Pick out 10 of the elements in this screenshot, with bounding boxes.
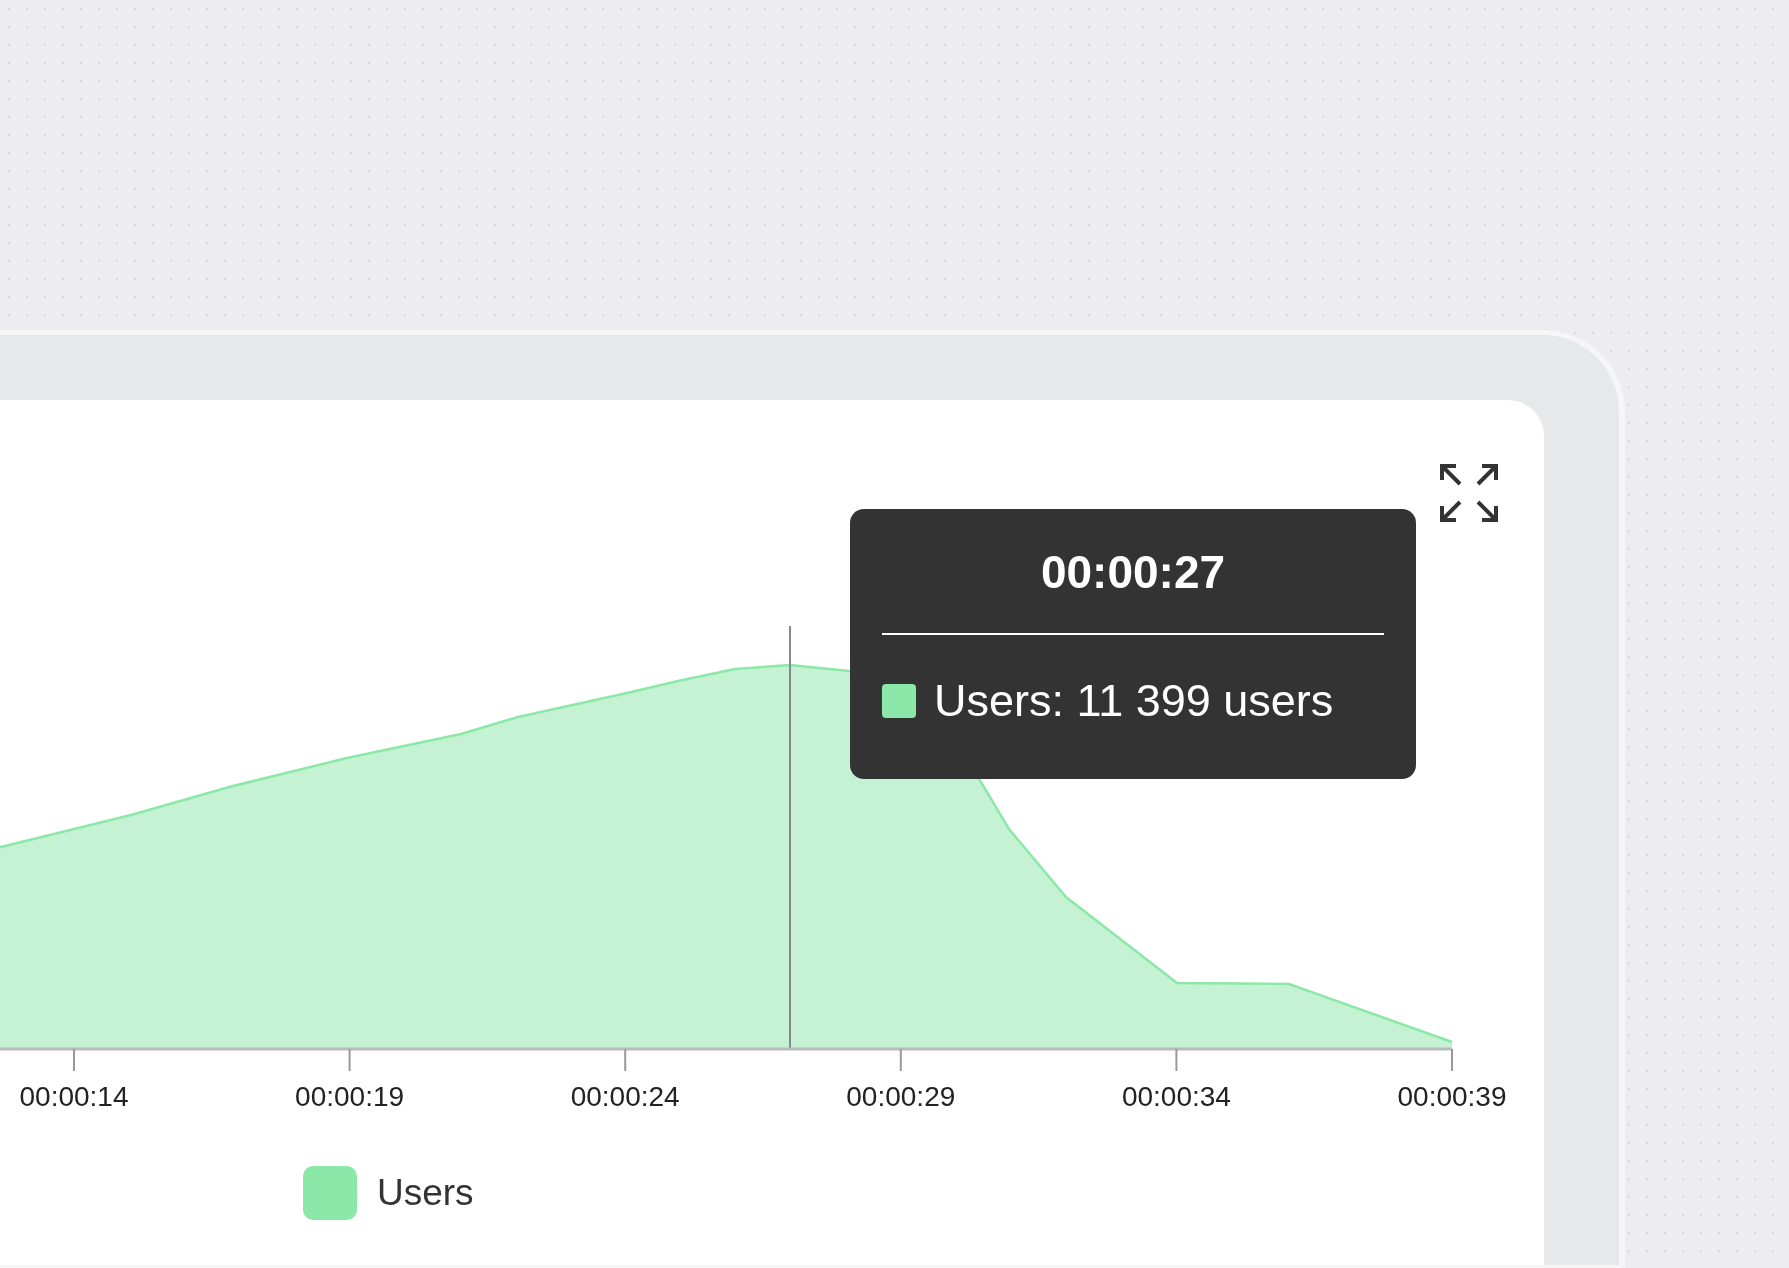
- axis-label: 00:00:19: [295, 1081, 405, 1112]
- legend-label: Users: [377, 1172, 474, 1214]
- axis-label: 00:00:14: [19, 1081, 129, 1112]
- axis-label: 00:00:39: [1397, 1081, 1507, 1112]
- axis-label: 00:00:34: [1121, 1081, 1231, 1112]
- axis-label: 00:00:29: [846, 1081, 956, 1112]
- tooltip-value: Users: 11 399 users: [934, 675, 1334, 727]
- axis-label: 00:00:24: [570, 1081, 680, 1112]
- expand-icon[interactable]: [1440, 464, 1498, 522]
- tooltip-title: 00:00:27: [1039, 545, 1227, 600]
